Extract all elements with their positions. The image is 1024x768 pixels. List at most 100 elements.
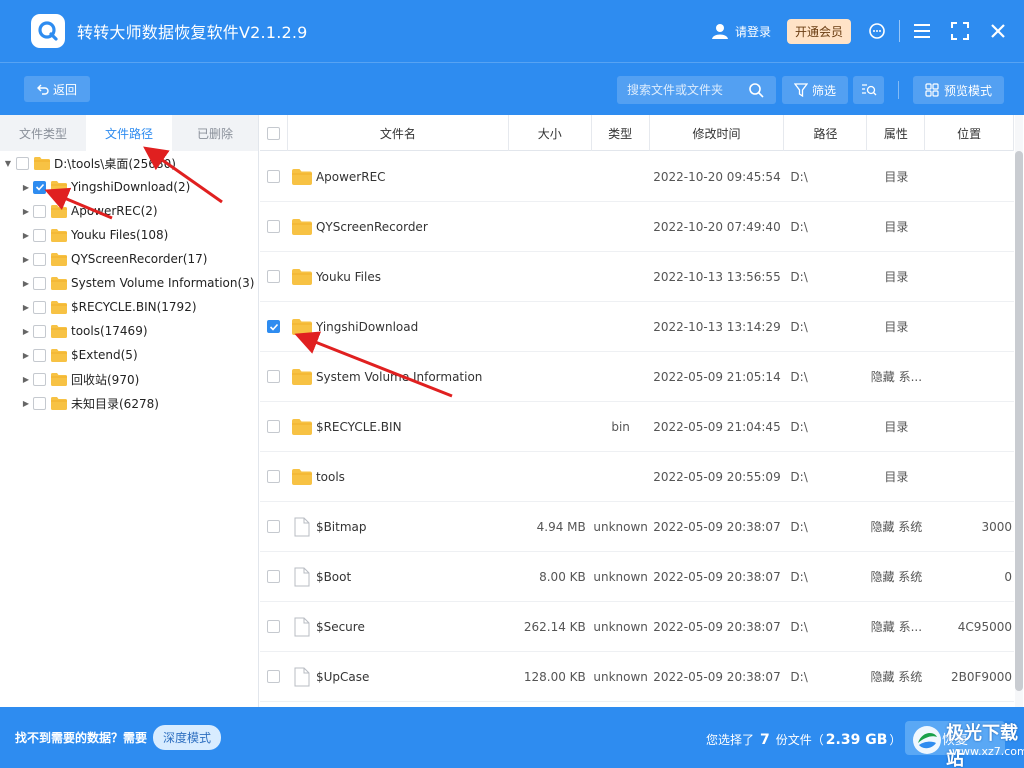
checkbox-icon[interactable] (267, 520, 281, 533)
tree-item[interactable]: ▶ 未知目录(6278) (0, 391, 258, 415)
tab-file-path[interactable]: 文件路径 (86, 115, 172, 151)
toolbar: 返回 筛选 预览模式 (0, 62, 1024, 115)
checkbox-icon[interactable] (267, 620, 281, 633)
checkbox-icon[interactable] (267, 470, 281, 483)
tree-item[interactable]: ▶ QYScreenRecorder(17) (0, 247, 258, 271)
file-attribute: 目录 (884, 170, 909, 184)
tree-item[interactable]: ▶ tools(17469) (0, 319, 258, 343)
checkbox-icon[interactable] (33, 396, 46, 410)
file-name: $RECYCLE.BIN (315, 419, 402, 434)
file-path: D:\ (790, 219, 808, 234)
tree-item-label: $RECYCLE.BIN(1792) (71, 300, 197, 314)
column-header[interactable]: 大小 (509, 115, 592, 151)
tree-item[interactable]: ▶ System Volume Information(3) (0, 271, 258, 295)
checkbox-icon[interactable] (267, 220, 281, 233)
selected-count: 7 (760, 732, 770, 748)
scrollbar-thumb[interactable] (1015, 151, 1023, 691)
file-path: D:\ (790, 669, 808, 684)
checkbox-icon[interactable] (33, 324, 46, 338)
find-button[interactable] (853, 76, 884, 104)
column-header[interactable]: 文件名 (288, 115, 509, 151)
back-button[interactable]: 返回 (24, 76, 90, 102)
caret-icon[interactable]: ▶ (22, 279, 30, 288)
tree-item[interactable]: ▶ $Extend(5) (0, 343, 258, 367)
close-icon[interactable] (988, 21, 1008, 41)
tree-item[interactable]: ▶ $RECYCLE.BIN(1792) (0, 295, 258, 319)
table-row[interactable]: $Boot 8.00 KB unknown 2022-05-09 20:38:07 D:… (260, 552, 1014, 602)
login-button[interactable]: 请登录 (711, 22, 771, 40)
caret-icon[interactable]: ▶ (22, 207, 30, 216)
checkbox-icon[interactable] (33, 348, 46, 362)
caret-icon[interactable]: ▶ (22, 375, 30, 384)
folder-icon (51, 253, 67, 266)
checkbox-icon[interactable] (33, 180, 46, 194)
checkbox-icon[interactable] (33, 228, 46, 242)
checkbox-icon[interactable] (267, 420, 281, 433)
tree-item[interactable]: ▶ YingshiDownload(2) (0, 175, 258, 199)
column-header[interactable]: 位置 (925, 115, 1014, 151)
folder-icon (51, 229, 67, 242)
vip-button[interactable]: 开通会员 (786, 18, 851, 44)
table-row[interactable]: $Bitmap 4.94 MB unknown 2022-05-09 20:38:07… (260, 502, 1014, 552)
folder-icon (51, 181, 67, 194)
modified-time: 2022-05-09 21:04:45 (653, 419, 781, 434)
modified-time: 2022-05-09 20:38:07 (653, 569, 781, 584)
preview-mode-button[interactable]: 预览模式 (913, 76, 1004, 104)
support-icon[interactable] (867, 21, 887, 41)
checkbox-icon[interactable] (33, 204, 46, 218)
checkbox-icon[interactable] (33, 252, 46, 266)
tab-deleted[interactable]: 已删除 (172, 115, 258, 151)
checkbox-icon[interactable] (267, 320, 281, 333)
table-row[interactable]: ApowerREC 2022-10-20 09:45:54 D:\ 目录 (260, 152, 1014, 202)
tree-item[interactable]: ▶ Youku Files(108) (0, 223, 258, 247)
table-row[interactable]: System Volume Information 2022-05-09 21:0… (260, 352, 1014, 402)
checkbox-icon[interactable] (267, 670, 281, 683)
caret-icon[interactable]: ▼ (4, 159, 12, 168)
checkbox-icon[interactable] (33, 372, 46, 386)
caret-icon[interactable]: ▶ (22, 351, 30, 360)
checkbox-icon[interactable] (267, 370, 281, 383)
file-path: D:\ (790, 469, 808, 484)
column-header[interactable]: 类型 (592, 115, 650, 151)
column-header[interactable]: 路径 (784, 115, 868, 151)
selected-prefix: 您选择了 (706, 733, 755, 747)
checkbox-icon[interactable] (267, 570, 281, 583)
deep-mode-button[interactable]: 深度模式 (153, 725, 222, 750)
column-header[interactable]: 属性 (867, 115, 926, 151)
table-row[interactable]: Youku Files 2022-10-13 13:56:55 D:\ 目录 (260, 252, 1014, 302)
table-row[interactable]: $RECYCLE.BIN bin 2022-05-09 21:04:45 D:\ 目录 (260, 402, 1014, 452)
table-row[interactable]: $Secure 262.14 KB unknown 2022-05-09 20:38:… (260, 602, 1014, 652)
tree-root[interactable]: ▼ D:\tools\桌面(25680) (0, 151, 258, 175)
filter-label: 筛选 (811, 83, 836, 98)
caret-icon[interactable]: ▶ (22, 183, 30, 192)
vertical-scrollbar[interactable] (1015, 115, 1023, 707)
search-input[interactable] (617, 83, 742, 97)
fullscreen-icon[interactable] (950, 21, 970, 41)
table-row[interactable]: QYScreenRecorder 2022-10-20 07:49:40 D:\ 目录 (260, 202, 1014, 252)
checkbox-icon[interactable] (267, 170, 281, 183)
tab-file-type[interactable]: 文件类型 (0, 115, 86, 151)
checkbox-icon[interactable] (33, 300, 46, 314)
menu-icon[interactable] (912, 21, 932, 41)
tree-item-label: System Volume Information(3) (71, 276, 255, 290)
caret-icon[interactable]: ▶ (22, 399, 30, 408)
caret-icon[interactable]: ▶ (22, 255, 30, 264)
footer-bar: 找不到需要的数据？需要 深度模式 您选择了 7 份文件（ 2.39 GB ） 恢… (0, 707, 1024, 768)
caret-icon[interactable]: ▶ (22, 231, 30, 240)
checkbox-icon[interactable] (266, 126, 280, 140)
checkbox-icon[interactable] (33, 276, 46, 290)
header-select-all[interactable] (260, 115, 288, 151)
column-header[interactable]: 修改时间 (650, 115, 785, 151)
recover-button[interactable]: 恢复 (905, 721, 1005, 755)
search-icon[interactable] (748, 82, 764, 98)
table-row[interactable]: $UpCase 128.00 KB unknown 2022-05-09 20:38:… (260, 652, 1014, 702)
caret-icon[interactable]: ▶ (22, 303, 30, 312)
table-row[interactable]: YingshiDownload 2022-10-13 13:14:29 D:\ 目录 (260, 302, 1014, 352)
table-row[interactable]: tools 2022-05-09 20:55:09 D:\ 目录 (260, 452, 1014, 502)
tree-item[interactable]: ▶ ApowerREC(2) (0, 199, 258, 223)
checkbox-icon[interactable] (16, 156, 29, 170)
caret-icon[interactable]: ▶ (22, 327, 30, 336)
tree-item[interactable]: ▶ 回收站(970) (0, 367, 258, 391)
filter-button[interactable]: 筛选 (782, 76, 848, 104)
checkbox-icon[interactable] (267, 270, 281, 283)
